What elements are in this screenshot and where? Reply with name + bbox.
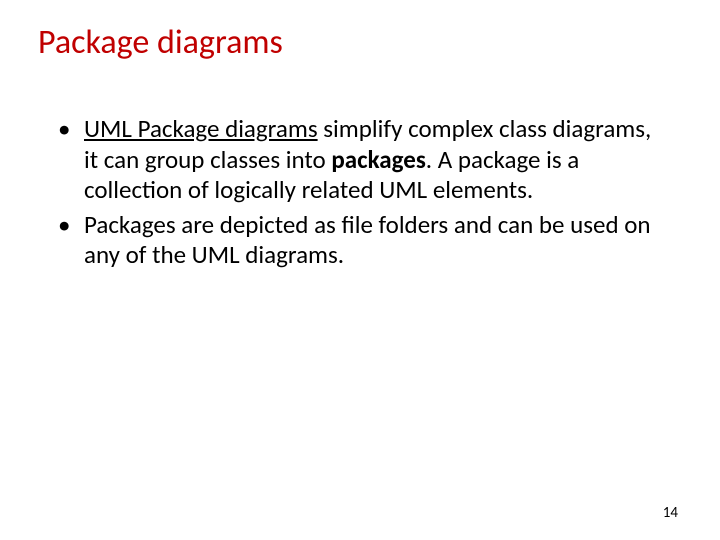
page-number: 14 bbox=[663, 504, 678, 522]
link-uml-package-diagrams[interactable]: UML Package diagrams bbox=[84, 113, 318, 144]
slide-title: Package diagrams bbox=[38, 22, 283, 63]
slide: Package diagrams UML Package diagrams si… bbox=[0, 0, 720, 540]
bullet-list: UML Package diagrams simplify complex cl… bbox=[58, 114, 660, 271]
bullet-text: Packages are depicted as file folders an… bbox=[84, 209, 651, 271]
bullet-item: Packages are depicted as file folders an… bbox=[58, 210, 660, 271]
bold-packages: packages bbox=[331, 144, 425, 175]
bullet-item: UML Package diagrams simplify complex cl… bbox=[58, 114, 660, 206]
slide-body: UML Package diagrams simplify complex cl… bbox=[58, 114, 660, 275]
